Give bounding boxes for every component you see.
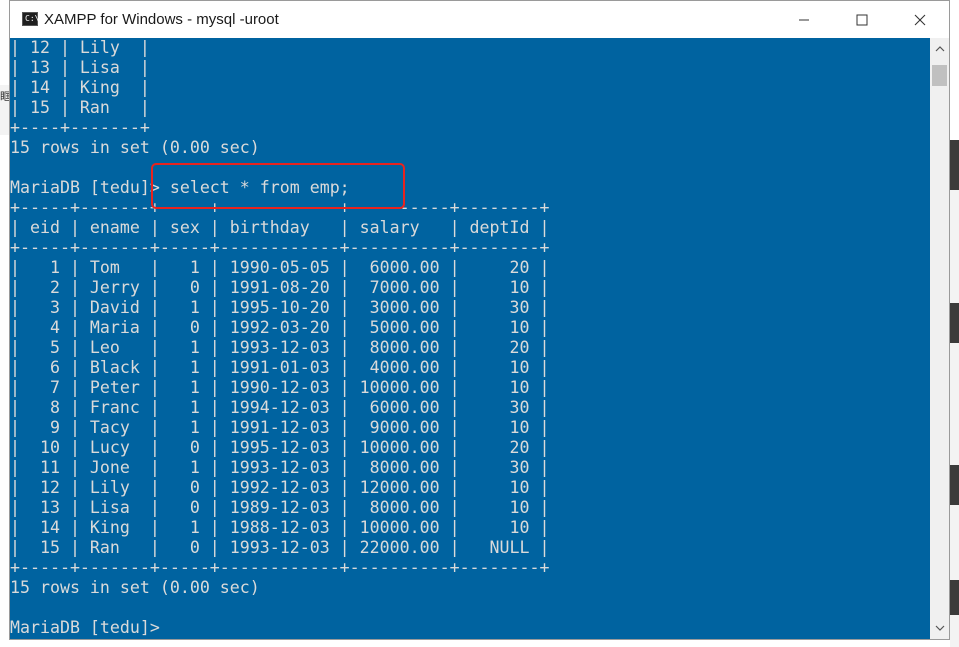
console-line: 15 rows in set (0.00 sec) <box>10 138 260 157</box>
console-app-icon: C:\. <box>22 12 44 26</box>
console-line: 15 rows in set (0.00 sec) <box>10 578 260 597</box>
vertical-scrollbar[interactable] <box>930 38 949 639</box>
console-line: | 7 | Peter | 1 | 1990-12-03 | 10000.00 … <box>10 378 550 397</box>
console-output-area[interactable]: | 12 | Lily | | 13 | Lisa | | 14 | King … <box>10 38 930 639</box>
maximize-button[interactable] <box>839 1 885 38</box>
console-line: +-----+-------+-----+------------+------… <box>10 558 550 577</box>
console-app-icon-label: C:\. <box>25 14 45 23</box>
background-window-right-bar-3 <box>950 465 959 505</box>
background-window-right <box>950 140 959 647</box>
console-line: | 15 | Ran | <box>10 98 150 117</box>
minimize-button[interactable] <box>781 1 827 38</box>
console-line: +-----+-------+-----+------------+------… <box>10 238 550 257</box>
console-line: | eid | ename | sex | birthday | salary … <box>10 218 550 237</box>
console-line: MariaDB [tedu]> <box>10 618 160 637</box>
background-window-right-bar-4 <box>950 580 959 615</box>
title-bar[interactable]: C:\. XAMPP for Windows - mysql -uroot <box>10 1 949 38</box>
scroll-down-button[interactable] <box>930 617 949 639</box>
chevron-up-icon <box>935 46 944 52</box>
background-window-right-bar <box>950 140 959 190</box>
console-line: +----+-------+ <box>10 118 150 137</box>
console-line: | 12 | Lily | <box>10 38 150 57</box>
console-line: | 14 | King | <box>10 78 150 97</box>
console-line: | 14 | King | 1 | 1988-12-03 | 10000.00 … <box>10 518 550 537</box>
close-icon <box>914 14 926 25</box>
console-line: | 9 | Tacy | 1 | 1991-12-03 | 9000.00 | … <box>10 418 550 437</box>
console-line: | 15 | Ran | 0 | 1993-12-03 | 22000.00 |… <box>10 538 550 557</box>
close-button[interactable] <box>897 1 943 38</box>
chevron-down-icon <box>935 625 944 631</box>
console-line: | 13 | Lisa | 0 | 1989-12-03 | 8000.00 |… <box>10 498 550 517</box>
console-line: | 12 | Lily | 0 | 1992-12-03 | 12000.00 … <box>10 478 550 497</box>
console-line: | 4 | Maria | 0 | 1992-03-20 | 5000.00 |… <box>10 318 550 337</box>
console-line: | 5 | Leo | 1 | 1993-12-03 | 8000.00 | 2… <box>10 338 550 357</box>
console-line: | 2 | Jerry | 0 | 1991-08-20 | 7000.00 |… <box>10 278 550 297</box>
window-title: XAMPP for Windows - mysql -uroot <box>44 11 279 28</box>
console-line: | 10 | Lucy | 0 | 1995-12-03 | 10000.00 … <box>10 438 550 457</box>
console-line: | 13 | Lisa | <box>10 58 150 77</box>
console-line: | 1 | Tom | 1 | 1990-05-05 | 6000.00 | 2… <box>10 258 550 277</box>
console-text: | 12 | Lily | | 13 | Lisa | | 14 | King … <box>10 38 549 638</box>
maximize-icon <box>856 14 868 25</box>
console-line: | 3 | David | 1 | 1995-10-20 | 3000.00 |… <box>10 298 550 317</box>
console-line: | 8 | Franc | 1 | 1994-12-03 | 6000.00 |… <box>10 398 550 417</box>
background-window-right-bar-2 <box>950 303 959 343</box>
console-line: | 11 | Jone | 1 | 1993-12-03 | 8000.00 |… <box>10 458 550 477</box>
scroll-thumb[interactable] <box>932 65 947 86</box>
xampp-console-window: C:\. XAMPP for Windows - mysql -uroot | … <box>9 0 950 640</box>
console-line: | 6 | Black | 1 | 1991-01-03 | 4000.00 |… <box>10 358 550 377</box>
scroll-up-button[interactable] <box>930 38 949 60</box>
command-highlight-box <box>151 163 405 209</box>
minimize-icon <box>799 19 809 20</box>
